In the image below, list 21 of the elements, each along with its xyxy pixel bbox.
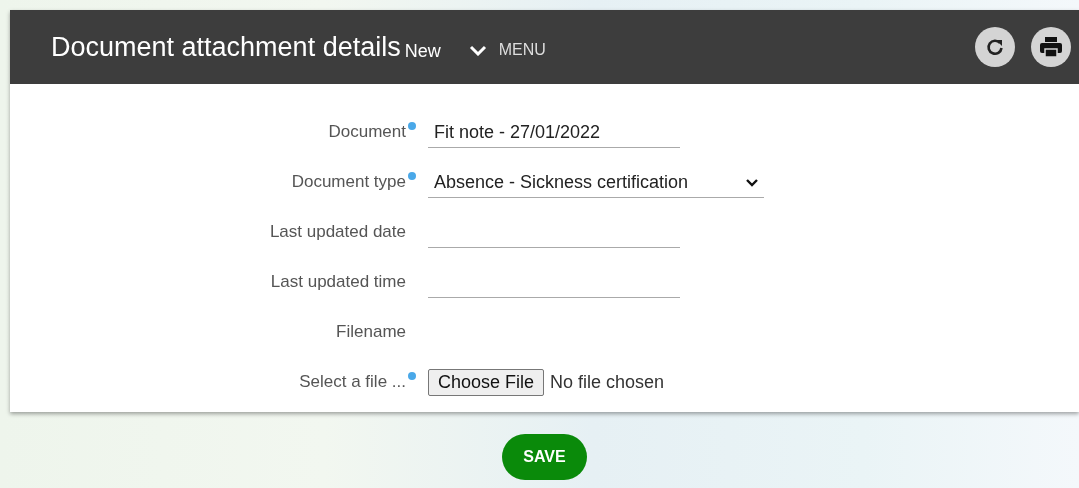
- menu-label: MENU: [498, 41, 546, 59]
- save-button[interactable]: SAVE: [502, 434, 587, 480]
- field-label: Document type: [291, 172, 406, 192]
- select-field[interactable]: Absence - Sickness certification: [428, 168, 764, 198]
- page-title: Document attachment details: [51, 31, 401, 63]
- field-label: Filename: [336, 322, 406, 342]
- chevron-down-icon: [468, 44, 487, 56]
- field-label: Last updated date: [269, 222, 406, 242]
- refresh-button[interactable]: [975, 27, 1015, 67]
- chevron-down-icon: [746, 178, 758, 187]
- field-label: Last updated time: [270, 272, 406, 292]
- print-button[interactable]: [1031, 27, 1071, 67]
- file-status: No file chosen: [550, 372, 665, 393]
- refresh-icon: [985, 37, 1005, 57]
- input-field[interactable]: Fit note - 27/01/2022: [428, 118, 680, 148]
- field-label: Select a file ...: [299, 372, 406, 392]
- choose-file-button[interactable]: Choose File: [428, 369, 545, 396]
- print-icon: [1039, 36, 1063, 58]
- menu-button[interactable]: MENU: [468, 41, 546, 59]
- field-label: Document: [328, 122, 406, 142]
- record-status: New: [404, 40, 441, 62]
